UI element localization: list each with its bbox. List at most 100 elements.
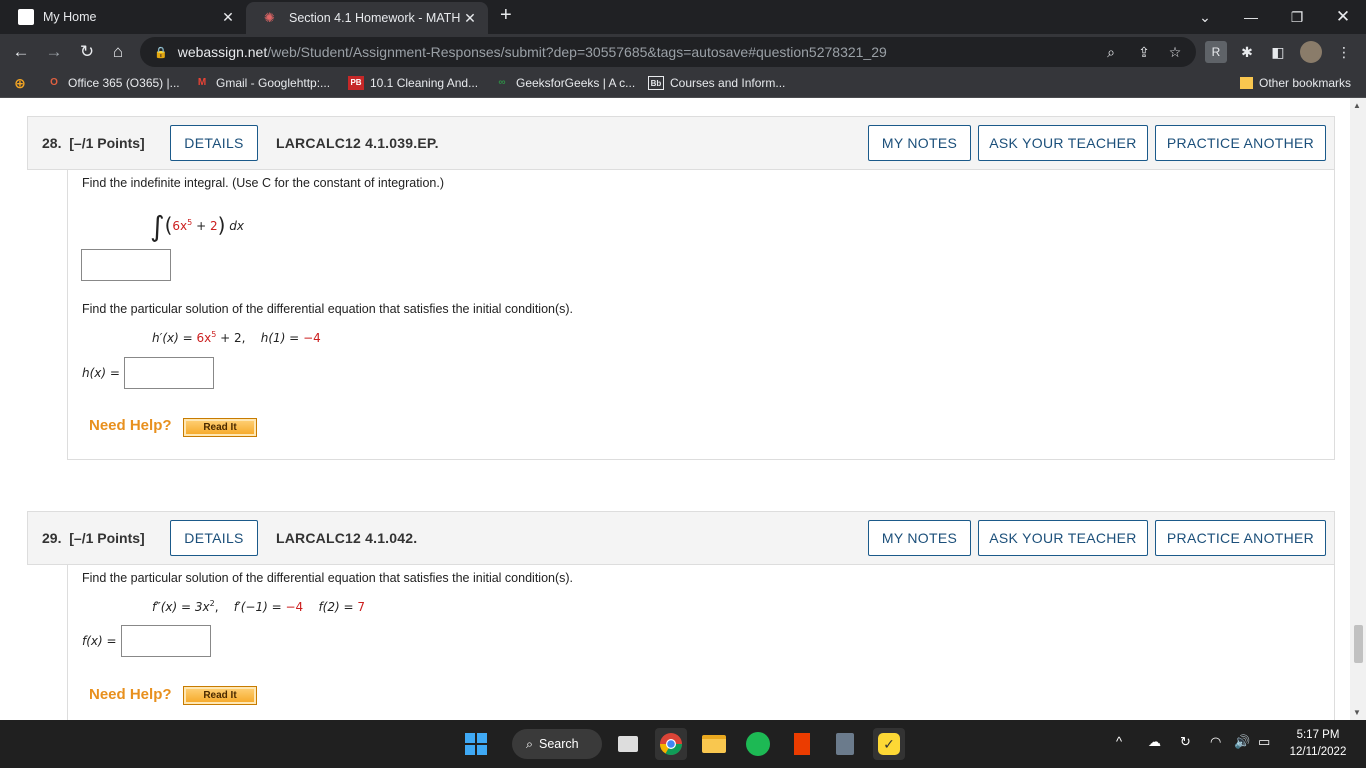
tab-search-chevron-icon[interactable]: ⌄ <box>1182 0 1228 34</box>
particular-solution-input[interactable] <box>124 357 214 389</box>
question-code: LARCALC12 4.1.042. <box>276 530 418 546</box>
scroll-up-icon[interactable]: ▲ <box>1353 101 1361 110</box>
geeksforgeeks-icon: ∞ <box>498 77 506 88</box>
share-icon[interactable]: ⇪ <box>1133 41 1155 63</box>
show-hidden-icons-icon[interactable]: ^ <box>1116 734 1122 749</box>
back-icon[interactable]: ← <box>9 40 33 64</box>
bookmark-office365[interactable]: O Office 365 (O365) |... <box>46 76 180 90</box>
scroll-down-icon[interactable]: ▼ <box>1353 708 1361 717</box>
taskbar-search[interactable]: ⌕ Search <box>512 729 602 759</box>
extensions-puzzle-icon[interactable]: ✱ <box>1236 41 1258 63</box>
question-number: 29. [–/1 Points] <box>42 530 145 546</box>
scroll-thumb[interactable] <box>1354 625 1363 663</box>
battery-icon[interactable]: ▭ <box>1258 734 1270 750</box>
my-notes-button[interactable]: MY NOTES <box>868 125 971 161</box>
tab-strip: My Home ✕ ✺ Section 4.1 Homework - MATH … <box>0 0 1366 34</box>
chrome-icon[interactable] <box>655 728 687 760</box>
bookmark-star-icon[interactable]: ☆ <box>1164 41 1186 63</box>
apps-globe-icon[interactable]: ⊕ <box>12 76 34 90</box>
bookmark-geeksforgeeks[interactable]: ∞ GeeksforGeeks | A c... <box>494 76 635 90</box>
ask-your-teacher-button[interactable]: ASK YOUR TEACHER <box>978 125 1148 161</box>
system-clock[interactable]: 5:17 PM 12/11/2022 <box>1282 727 1354 761</box>
profile-extension-icon[interactable]: R <box>1205 41 1227 63</box>
read-it-button[interactable]: Read It <box>183 686 257 705</box>
restore-icon[interactable]: ❐ <box>1274 0 1320 34</box>
office-icon: O <box>50 77 58 88</box>
todo-app-icon[interactable]: ✓ <box>873 728 905 760</box>
details-button[interactable]: DETAILS <box>170 125 258 161</box>
ask-your-teacher-button[interactable]: ASK YOUR TEACHER <box>978 520 1148 556</box>
tab-my-home[interactable]: My Home ✕ <box>0 0 246 34</box>
avatar[interactable] <box>1300 41 1322 63</box>
question-28-body: Find the indefinite integral. (Use C for… <box>67 170 1335 460</box>
particular-solution-input[interactable] <box>121 625 211 657</box>
webassign-favicon-icon: ✺ <box>264 10 275 25</box>
need-help-label: Need Help? <box>89 417 172 434</box>
task-view-icon[interactable] <box>612 728 644 760</box>
calculator-icon[interactable] <box>829 728 861 760</box>
spotify-icon[interactable] <box>742 728 774 760</box>
url-path: /web/Student/Assignment-Responses/submit… <box>267 44 887 60</box>
integral-sign-icon: ∫ <box>150 210 165 243</box>
question-number: 28. [–/1 Points] <box>42 135 145 151</box>
differential-equation: h′(x) = 6x5 + 2, h(1) = −4 <box>152 330 321 345</box>
close-tab-icon[interactable]: ✕ <box>462 10 478 27</box>
new-tab-button[interactable]: + <box>500 4 512 27</box>
sync-icon[interactable]: ↻ <box>1180 734 1191 750</box>
reload-icon[interactable]: ↻ <box>75 40 99 64</box>
details-button[interactable]: DETAILS <box>170 520 258 556</box>
file-explorer-icon[interactable] <box>698 728 730 760</box>
answer-label: h(x) = <box>82 366 120 380</box>
prompt-text: Find the particular solution of the diff… <box>82 302 574 316</box>
browser-toolbar: ← → ↻ ⌂ 🔒 webassign.net/web/Student/Assi… <box>0 34 1366 70</box>
side-panel-icon[interactable]: ◧ <box>1267 41 1289 63</box>
windows-taskbar: ⌕ Search ✓ ^ ☁ ↻ ◠ 🔊 ▭ 5:17 PM 12/11/2022 <box>0 720 1366 768</box>
minimize-icon[interactable]: — <box>1228 0 1274 34</box>
volume-icon[interactable]: 🔊 <box>1234 734 1250 750</box>
need-help-label: Need Help? <box>89 686 172 703</box>
tab-title: My Home <box>43 10 97 24</box>
bookmark-gmail[interactable]: M Gmail - Googlehttp:... <box>194 76 330 90</box>
windows-start-icon[interactable] <box>460 728 492 760</box>
integral-answer-input[interactable] <box>81 249 171 281</box>
search-icon: ⌕ <box>526 736 534 751</box>
webassign-favicon-icon <box>18 9 34 25</box>
question-28-header: 28. [–/1 Points] DETAILS LARCALC12 4.1.0… <box>27 116 1335 170</box>
pb-icon: PB <box>348 76 364 90</box>
url-host: webassign.net <box>177 44 268 60</box>
question-code: LARCALC12 4.1.039.EP. <box>276 135 439 151</box>
menu-kebab-icon[interactable]: ⋮ <box>1333 41 1355 63</box>
close-tab-icon[interactable]: ✕ <box>220 9 236 26</box>
close-window-icon[interactable]: ✕ <box>1320 0 1366 34</box>
page-scrollbar[interactable]: ▲ ▼ <box>1350 98 1366 720</box>
practice-another-button[interactable]: PRACTICE ANOTHER <box>1155 520 1326 556</box>
bookmarks-bar: ⊕ O Office 365 (O365) |... M Gmail - Googl… <box>0 70 1366 98</box>
lock-icon: 🔒 <box>154 46 168 59</box>
my-notes-button[interactable]: MY NOTES <box>868 520 971 556</box>
cloud-status-icon[interactable]: ☁ <box>1148 734 1161 750</box>
tab-title: Section 4.1 Homework - MATH 2 <box>289 11 462 25</box>
blackboard-icon: Bb <box>648 76 664 90</box>
other-bookmarks[interactable]: Other bookmarks <box>1240 76 1351 90</box>
zoom-icon[interactable]: ⌕ <box>1100 41 1122 63</box>
prompt-text: Find the indefinite integral. (Use C for… <box>82 176 444 190</box>
differential-equation: f″(x) = 3x2, f′(−1) = −4 f(2) = 7 <box>152 599 366 614</box>
home-icon[interactable]: ⌂ <box>106 40 130 64</box>
forward-icon[interactable]: → <box>42 40 66 64</box>
integral-expression: ∫(6x5 + 2) dx <box>150 210 244 243</box>
question-29-header: 29. [–/1 Points] DETAILS LARCALC12 4.1.0… <box>27 511 1335 565</box>
address-bar[interactable]: 🔒 webassign.net/web/Student/Assignment-R… <box>140 37 1196 67</box>
bookmark-cleaning[interactable]: PB 10.1 Cleaning And... <box>348 76 478 90</box>
prompt-text: Find the particular solution of the diff… <box>82 571 574 585</box>
gmail-icon: M <box>197 77 207 88</box>
office-app-icon[interactable] <box>786 728 818 760</box>
wifi-icon[interactable]: ◠ <box>1210 734 1221 750</box>
practice-another-button[interactable]: PRACTICE ANOTHER <box>1155 125 1326 161</box>
question-29-body: Find the particular solution of the diff… <box>67 565 1335 720</box>
read-it-button[interactable]: Read It <box>183 418 257 437</box>
answer-label: f(x) = <box>82 634 117 648</box>
folder-icon <box>1240 77 1253 89</box>
tab-section-homework[interactable]: ✺ Section 4.1 Homework - MATH 2 ✕ <box>246 2 488 34</box>
bookmark-courses[interactable]: Bb Courses and Inform... <box>648 76 785 90</box>
webassign-page: 28. [–/1 Points] DETAILS LARCALC12 4.1.0… <box>0 98 1350 720</box>
